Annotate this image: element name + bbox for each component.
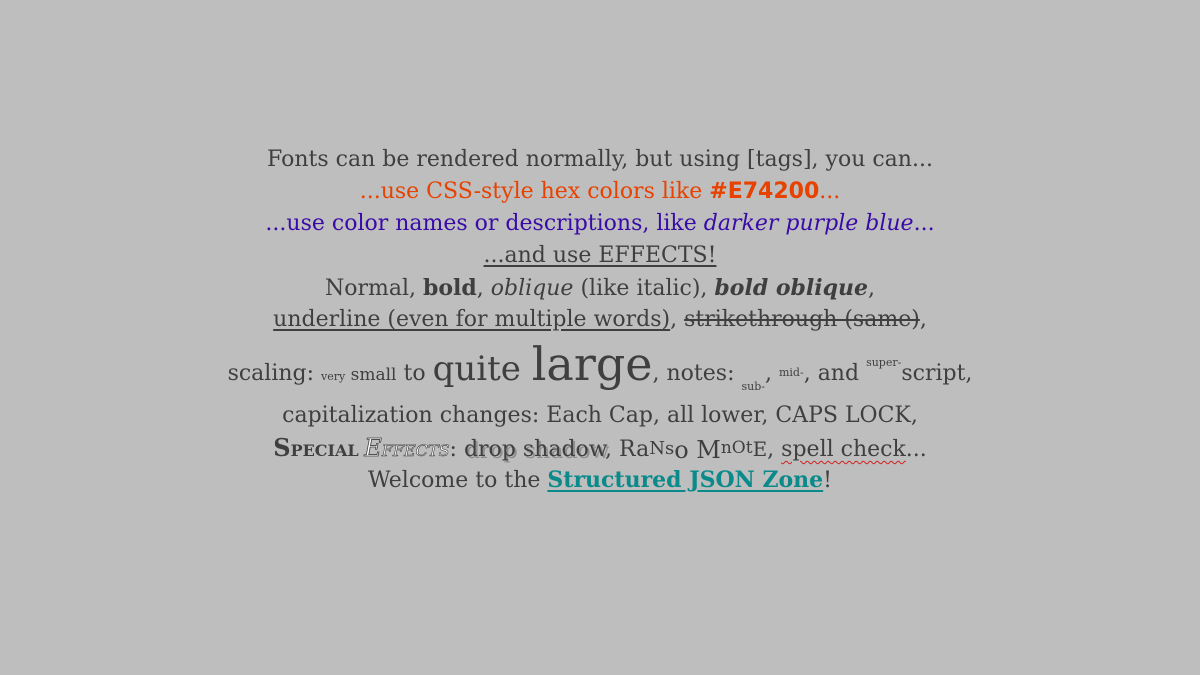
color-name-line: ...use color names or descriptions, like… [0, 208, 1200, 240]
ransom-part: o M [674, 436, 721, 464]
superscript-note: super- [866, 356, 902, 369]
hex-ellipsis: ... [819, 179, 841, 204]
line-end: , [868, 276, 876, 301]
separator: , [767, 437, 782, 462]
effects-initial: E [364, 434, 382, 463]
spell-check-text: spell check [781, 437, 906, 462]
notes-label: , notes: [652, 361, 742, 386]
effects-heading: ...and use EFFECTS! [483, 243, 717, 268]
separator: , [670, 307, 685, 332]
ransom-part: nOt [720, 438, 753, 458]
scaling-line: scaling: very small to quite large, note… [0, 339, 1200, 393]
scaling-label: scaling: [227, 361, 322, 386]
colon: : [449, 437, 464, 462]
text-effects-showcase: Fonts can be rendered normally, but usin… [0, 0, 1200, 675]
ransom-part: Ra [619, 437, 650, 462]
color-name-text: ...use color names or descriptions, like [265, 211, 704, 236]
script-text: script, [901, 361, 973, 386]
quite-text: quite [432, 349, 532, 389]
and-text: , and [803, 361, 867, 386]
small-text: small [345, 365, 397, 385]
strikethrough-text: strikethrough (same) [684, 307, 920, 332]
ransom-part: Ns [649, 438, 675, 459]
color-name-ellipsis: ... [913, 211, 935, 236]
capitalization-line: capitalization changes: Each Cap, all lo… [0, 400, 1200, 432]
bold-oblique-text: bold oblique [714, 275, 869, 301]
special-initial: S [273, 433, 291, 462]
bold-text: bold [422, 275, 477, 301]
json-zone-link[interactable]: Structured JSON Zone [547, 467, 823, 493]
intro-line: Fonts can be rendered normally, but usin… [0, 144, 1200, 176]
line-end: ... [905, 437, 927, 462]
separator: , [476, 276, 491, 301]
hex-code: #E74200 [709, 179, 820, 204]
effects-heading-line: ...and use EFFECTS! [0, 240, 1200, 272]
special-effects-line: Special Effects: drop shadow, RaNso MnOt… [0, 432, 1200, 467]
drop-shadow-text: drop shadow [463, 437, 605, 462]
italic-note: (like italic), [573, 276, 715, 301]
capitalization-text: capitalization changes: Each Cap, all lo… [282, 403, 918, 428]
to-text: to [396, 361, 433, 386]
underline-text: underline (even for multiple words) [273, 307, 671, 332]
weight-style-line: Normal, bold, oblique (like italic), bol… [0, 272, 1200, 305]
line-end: , [919, 307, 927, 332]
color-name-example: darker purple blue [703, 211, 914, 236]
midscript-note: mid- [778, 366, 804, 379]
welcome-text: Welcome to the [367, 468, 548, 493]
decoration-line: underline (even for multiple words), str… [0, 304, 1200, 336]
oblique-text: oblique [490, 276, 574, 301]
effects-outline: ffects [381, 441, 450, 461]
special-smallcaps: pecial [290, 441, 365, 460]
intro-text: Fonts can be rendered normally, but usin… [267, 147, 933, 172]
large-text: large [531, 337, 653, 391]
very-small-text: very [321, 370, 346, 383]
exclamation: ! [823, 468, 833, 493]
ransom-part: E [752, 437, 768, 461]
welcome-line: Welcome to the Structured JSON Zone! [0, 464, 1200, 497]
separator: , [605, 437, 619, 462]
hex-color-text: ...use CSS-style hex colors like [359, 179, 710, 204]
normal-text: Normal, [324, 276, 423, 301]
hex-color-line: ...use CSS-style hex colors like #E74200… [0, 176, 1200, 208]
separator: , [764, 361, 779, 386]
subscript-note: sub- [741, 380, 765, 393]
